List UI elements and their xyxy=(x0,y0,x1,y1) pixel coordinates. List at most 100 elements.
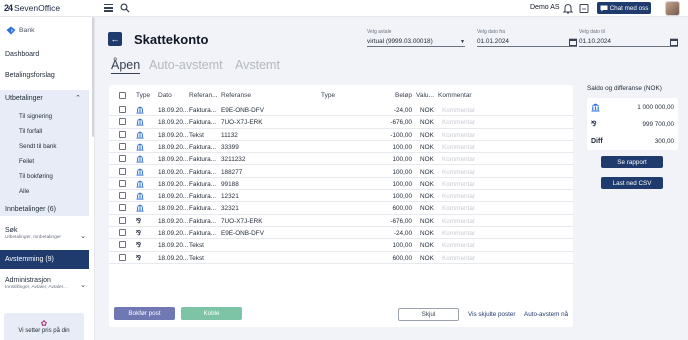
sidebar-item-dashboard[interactable]: Dashboard xyxy=(0,51,89,58)
company-name[interactable]: Demo AS xyxy=(530,4,560,11)
sidebar-item-administrasjon[interactable]: Administrasjon Innstillinger, Avtaler, A… xyxy=(0,277,89,290)
table-row[interactable]: 18.09.20... Faktura... 7UO-X7J-ERK -676,00 N… xyxy=(109,116,573,129)
notes-icon[interactable] xyxy=(579,3,589,16)
sidebar-item-innbetalinger[interactable]: Innbetalinger (6) xyxy=(0,206,89,213)
sidebar-sub-til-signering[interactable]: Til signering xyxy=(19,113,52,120)
comment-input[interactable]: Kommentar xyxy=(442,144,475,151)
column-header-valuta[interactable]: Valu... xyxy=(416,92,434,99)
koble-button[interactable]: Koble xyxy=(181,307,242,320)
comment-input[interactable]: Kommentar xyxy=(442,156,475,163)
table-row[interactable]: ⅋ 18.09.20... Faktura... E9E-ONB-DFV -24,00 N… xyxy=(109,227,573,240)
user-avatar[interactable] xyxy=(665,1,680,16)
cell-referanse: 12321 xyxy=(221,193,239,201)
tab-apen[interactable]: Åpen xyxy=(111,58,141,74)
table-row[interactable]: 18.09.20... Faktura... 32321 600,00 NOK Komme… xyxy=(109,202,573,215)
tab-auto-avstemt[interactable]: Auto-avstemt xyxy=(149,58,223,72)
tab-avstemt[interactable]: Avstemt xyxy=(235,58,280,72)
column-header-dato[interactable]: Dato xyxy=(158,92,172,99)
table-row[interactable]: 18.09.20... Faktura... E9E-ONB-DFV -24,00 NO… xyxy=(109,104,573,117)
table-row[interactable]: 18.09.20... Faktura... 12321 100,00 NOK Komme… xyxy=(109,190,573,203)
row-checkbox[interactable] xyxy=(119,155,126,163)
row-checkbox[interactable] xyxy=(119,118,126,126)
app-logo[interactable]: 24 SevenOffice xyxy=(4,3,60,13)
cell-dato: 18.09.20... xyxy=(158,156,189,164)
sidebar-item-sok[interactable]: Søk Utbetalinger, Innbetalinger xyxy=(0,227,89,240)
row-checkbox[interactable] xyxy=(119,142,126,150)
sidebar-sub-sendt-til-bank[interactable]: Sendt til bank xyxy=(19,143,57,150)
chat-button[interactable]: Chat med oss xyxy=(597,2,651,14)
auto-avstem-link[interactable]: Auto-avstem nå xyxy=(524,311,568,318)
row-checkbox[interactable] xyxy=(119,229,126,236)
column-header-type-2[interactable]: Type xyxy=(321,92,335,99)
last-ned-csv-button[interactable]: Last ned CSV xyxy=(601,177,663,189)
row-checkbox[interactable] xyxy=(119,130,126,138)
sidebar-item-betalingsforslag[interactable]: Betalingsforslag xyxy=(0,72,89,79)
dato-fra-field[interactable]: Velg dato fra 01.01.2024 xyxy=(477,29,577,47)
dato-til-field[interactable]: Velg dato til 01.10.2024 xyxy=(579,29,678,47)
bell-icon[interactable] xyxy=(562,3,574,16)
cell-belop: 100,00 xyxy=(392,180,412,188)
comment-input[interactable]: Kommentar xyxy=(442,242,475,249)
cell-valuta: NOK xyxy=(420,156,434,164)
bank-icon xyxy=(136,106,144,116)
comment-input[interactable]: Kommentar xyxy=(442,230,475,237)
sidebar-module-bank[interactable]: Bank xyxy=(6,26,35,35)
sidebar-scrollbar[interactable] xyxy=(92,17,94,137)
column-header-referanse[interactable]: Referanse xyxy=(221,92,251,99)
select-all-checkbox[interactable] xyxy=(119,92,126,99)
cell-dato: 18.09.20... xyxy=(158,131,189,139)
chevron-down-icon[interactable]: ⌄ xyxy=(80,281,86,289)
feedback-promo[interactable]: ✿ Vi setter pris på din xyxy=(4,313,84,340)
skjul-button[interactable]: Skjul xyxy=(398,308,459,321)
menu-icon[interactable] xyxy=(104,4,113,12)
row-checkbox[interactable] xyxy=(119,216,126,224)
calendar-icon[interactable] xyxy=(569,38,577,46)
chevron-up-icon[interactable]: ⌃ xyxy=(75,94,81,102)
comment-input[interactable]: Kommentar xyxy=(442,193,475,200)
column-header-referansetype[interactable]: Referan... xyxy=(189,92,218,99)
sidebar-sub-feilet[interactable]: Feilet xyxy=(19,158,34,165)
chevron-down-icon[interactable]: ⌄ xyxy=(80,232,86,240)
24so-icon: ⅋ xyxy=(136,242,141,250)
row-checkbox[interactable] xyxy=(119,253,126,261)
table-row[interactable]: ⅋ 18.09.20... Tekst 600,00 NOK Kommentar xyxy=(109,252,573,264)
sidebar-item-avstemming[interactable]: Avstemming (9) xyxy=(0,250,89,269)
table-row[interactable]: 18.09.20... Faktura... 99188 100,00 NOK Komme… xyxy=(109,178,573,191)
comment-input[interactable]: Kommentar xyxy=(442,107,475,114)
table-row[interactable]: 18.09.20... Tekst 11132 -100,00 NOK Kommentar xyxy=(109,129,573,141)
se-rapport-button[interactable]: Se rapport xyxy=(601,156,663,168)
table-row[interactable]: ⅋ 18.09.20... Tekst 100,00 NOK Kommentar xyxy=(109,239,573,252)
calendar-icon[interactable] xyxy=(670,38,678,46)
row-checkbox[interactable] xyxy=(119,167,126,175)
comment-input[interactable]: Kommentar xyxy=(442,218,475,225)
column-header-kommentar[interactable]: Kommentar xyxy=(438,92,472,99)
bokfor-post-button[interactable]: Bokfør post xyxy=(114,307,175,320)
column-header-belop[interactable]: Beløp xyxy=(395,92,412,99)
sidebar-sub-til-forfall[interactable]: Til forfall xyxy=(19,128,42,135)
cell-dato: 18.09.20... xyxy=(158,242,189,250)
comment-input[interactable]: Kommentar xyxy=(442,119,475,126)
row-checkbox[interactable] xyxy=(119,106,126,113)
vis-skjulte-poster-link[interactable]: Vis skjulte poster xyxy=(468,311,515,318)
table-row[interactable]: 18.09.20... Faktura... 3211232 100,00 NOK Kom… xyxy=(109,153,573,166)
table-row[interactable]: ⅋ 18.09.20... Faktura... 7UO-X7J-ERK -676,00… xyxy=(109,215,573,227)
comment-input[interactable]: Kommentar xyxy=(442,181,475,188)
comment-input[interactable]: Kommentar xyxy=(442,169,475,176)
sidebar-sub-til-bokforing[interactable]: Til bokføring xyxy=(19,173,53,180)
cell-valuta: NOK xyxy=(420,205,434,213)
row-checkbox[interactable] xyxy=(119,204,126,212)
row-checkbox[interactable] xyxy=(119,179,126,187)
summary-title: Saldo og differanse (NOK) xyxy=(587,85,662,92)
table-row[interactable]: 18.09.20... Faktura... 188277 100,00 NOK Komm… xyxy=(109,166,573,178)
comment-input[interactable]: Kommentar xyxy=(442,255,475,262)
comment-input[interactable]: Kommentar xyxy=(442,205,475,212)
search-icon[interactable] xyxy=(120,3,130,15)
column-header-type[interactable]: Type xyxy=(136,92,150,99)
table-row[interactable]: 18.09.20... Faktura... 33399 100,00 NOK Komme… xyxy=(109,141,573,154)
row-checkbox[interactable] xyxy=(119,192,126,200)
avtale-select[interactable]: Velg avtale virtual (9999.03.00018) ▼ xyxy=(367,29,465,47)
sidebar-sub-alle[interactable]: Alle xyxy=(19,188,29,195)
row-checkbox[interactable] xyxy=(119,241,126,249)
comment-input[interactable]: Kommentar xyxy=(442,132,475,139)
back-button[interactable]: ← xyxy=(108,32,122,46)
